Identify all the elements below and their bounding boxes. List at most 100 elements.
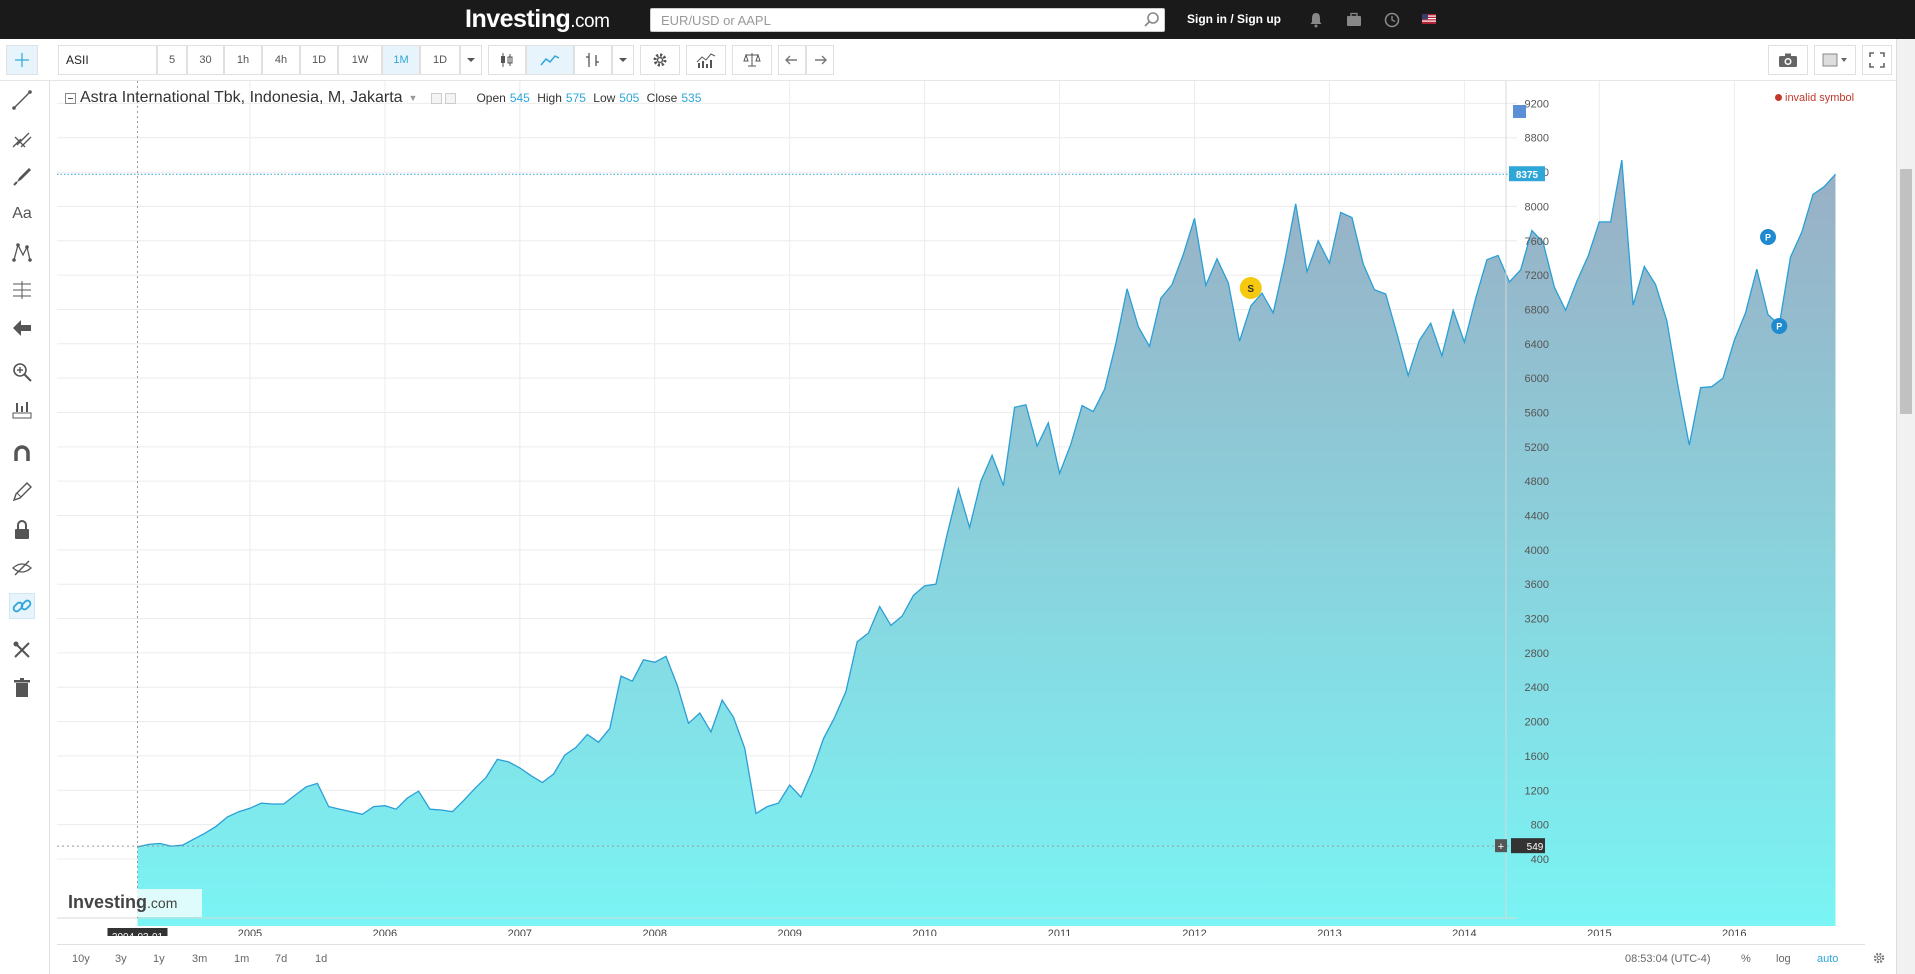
search-input[interactable] [650, 8, 1165, 32]
pattern-icon [12, 243, 32, 262]
area-style-button[interactable] [526, 45, 574, 75]
crosshair-tool-button[interactable] [6, 45, 38, 75]
invalid-symbol-notice[interactable]: invalid symbol [1775, 92, 1854, 104]
zoom-tool[interactable] [9, 359, 35, 385]
fullscreen-button[interactable] [1862, 45, 1892, 75]
brush-tool[interactable] [9, 163, 35, 189]
pencil-ruler-icon [12, 482, 32, 502]
price-chart[interactable]: 400 800 1200 1600 2000 2400 2800 3200 3600 4000 44… [57, 81, 1865, 936]
interval-1d[interactable]: 1D [300, 45, 338, 75]
range-1m[interactable]: 1m [234, 953, 249, 965]
fib-levels-icon [13, 281, 31, 299]
open-value: 545 [509, 91, 530, 105]
low-label: Low [593, 91, 616, 105]
clock-icon[interactable] [1383, 11, 1401, 29]
sign-up-link[interactable]: Sign up [1237, 12, 1281, 26]
text-tool-icon: Aa [12, 205, 32, 222]
bell-icon[interactable] [1307, 11, 1325, 29]
price-tick-label: 4400 [1525, 511, 1549, 523]
stay-in-drawing-tool[interactable] [9, 479, 35, 505]
text-tool[interactable]: Aa [9, 201, 35, 227]
candles-style-button[interactable] [488, 45, 526, 75]
investing-logo[interactable]: Investing.com [465, 5, 610, 34]
range-1d[interactable]: 1d [315, 953, 327, 965]
pattern-tool[interactable] [9, 239, 35, 265]
time-tick-label: 2014 [1452, 928, 1476, 936]
chart-toolbar: ASII 5 30 1h 4h 1D 1W 1M 1D [0, 39, 1915, 81]
search-icon[interactable] [1143, 11, 1161, 29]
range-3m[interactable]: 3m [192, 953, 207, 965]
lock-icon [15, 520, 29, 539]
remove-drawings-tool[interactable] [9, 675, 35, 701]
settings-button[interactable] [640, 45, 680, 75]
close-small-icon[interactable] [445, 92, 457, 104]
chart-settings-gear-icon[interactable] [1872, 951, 1886, 965]
scrollbar-thumb[interactable] [1900, 169, 1912, 414]
scale-toggle-button[interactable] [1513, 105, 1526, 118]
title-chevron-icon[interactable]: ▼ [409, 93, 418, 103]
interval-1w[interactable]: 1W [338, 45, 382, 75]
interval-4h[interactable]: 4h [262, 45, 300, 75]
sync-drawings-tool[interactable] [9, 593, 35, 619]
crosshair-icon [15, 53, 29, 67]
chart-legend: Astra International Tbk, Indonesia, M, J… [65, 89, 705, 107]
measure-tool[interactable] [9, 397, 35, 423]
pitchfork-tool[interactable] [9, 125, 35, 151]
price-tick-label: 2400 [1525, 682, 1549, 694]
bottom-bar: 10y 3y 1y 3m 1m 7d 1d 08:53:04 (UTC-4) %… [57, 944, 1885, 974]
style-dropdown[interactable] [612, 45, 634, 75]
range-3y[interactable]: 3y [115, 953, 127, 965]
gear-icon [653, 53, 667, 67]
indicators-button[interactable] [686, 45, 726, 75]
compare-button[interactable] [732, 45, 772, 75]
zoom-in-icon [13, 363, 32, 382]
candlestick-icon [501, 53, 513, 67]
undo-button[interactable] [778, 45, 806, 75]
sign-in-link[interactable]: Sign in [1187, 12, 1227, 26]
trash-icon [14, 678, 30, 697]
auth-separator: / [1227, 12, 1238, 26]
symbol-input[interactable]: ASII [58, 45, 157, 75]
portfolio-icon[interactable] [1345, 11, 1363, 29]
pitchfork-icon [12, 132, 32, 148]
go-back-tool[interactable] [9, 315, 35, 341]
log-toggle[interactable]: log [1776, 953, 1791, 965]
camera-icon [1779, 53, 1797, 67]
hide-drawings-tool[interactable] [9, 555, 35, 581]
time-tick-label: 2007 [508, 928, 532, 936]
interval-1h[interactable]: 1h [224, 45, 262, 75]
interval-5[interactable]: 5 [157, 45, 187, 75]
range-7d[interactable]: 7d [275, 953, 287, 965]
range-1y[interactable]: 1y [153, 953, 165, 965]
symbol-title[interactable]: Astra International Tbk, Indonesia, M, J… [80, 89, 403, 107]
magnet-icon [14, 445, 30, 461]
price-tick-label: 6800 [1525, 304, 1549, 316]
layout-button[interactable] [1814, 45, 1856, 75]
time-tick-label: 2015 [1587, 928, 1611, 936]
interval-dropdown[interactable] [460, 45, 482, 75]
redo-icon [815, 55, 827, 65]
interval-30[interactable]: 30 [187, 45, 224, 75]
tools-settings[interactable] [9, 637, 35, 663]
lock-tool[interactable] [9, 517, 35, 543]
percent-toggle[interactable]: % [1741, 953, 1751, 965]
close-value: 535 [681, 91, 702, 105]
page-scrollbar[interactable] [1896, 39, 1915, 974]
price-tick-label: 7200 [1525, 270, 1549, 282]
range-10y[interactable]: 10y [72, 953, 90, 965]
trend-line-tool[interactable] [9, 87, 35, 113]
magnet-tool[interactable] [9, 441, 35, 467]
chart-area[interactable]: 400 800 1200 1600 2000 2400 2800 3200 3600 4000 44… [57, 81, 1865, 936]
price-tick-label: 2800 [1525, 648, 1549, 660]
bar-style-button[interactable] [574, 45, 612, 75]
time-tick-label: 2010 [912, 928, 936, 936]
prediction-tool[interactable] [9, 277, 35, 303]
interval-1m[interactable]: 1M [382, 45, 420, 75]
settings-small-icon[interactable] [431, 92, 443, 104]
us-flag-icon[interactable] [1422, 14, 1436, 24]
snapshot-button[interactable] [1768, 45, 1808, 75]
collapse-legend-button[interactable] [65, 92, 76, 104]
redo-button[interactable] [806, 45, 834, 75]
interval-1d-custom[interactable]: 1D [420, 45, 460, 75]
auto-toggle[interactable]: auto [1817, 953, 1838, 965]
